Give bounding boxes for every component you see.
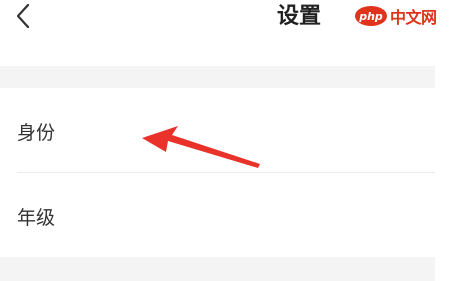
watermark-logo: php 中文网 [354, 4, 437, 28]
back-button[interactable] [8, 0, 44, 36]
screen-edge [435, 44, 457, 281]
section-gap [0, 257, 435, 281]
navigation-bar: 设置 php 中文网 [0, 0, 457, 44]
row-label: 年级 [17, 207, 56, 229]
chevron-left-icon [16, 3, 30, 29]
watermark-text: 中文网 [390, 8, 437, 27]
svg-text:php: php [358, 10, 383, 23]
row-label: 身份 [17, 122, 56, 144]
page-title: 设置 [276, 4, 321, 29]
php-logo-icon: php [354, 5, 388, 27]
red-arrow-icon [142, 126, 260, 168]
settings-row-grade[interactable]: 年级 [0, 173, 435, 257]
section-gap [0, 66, 435, 88]
